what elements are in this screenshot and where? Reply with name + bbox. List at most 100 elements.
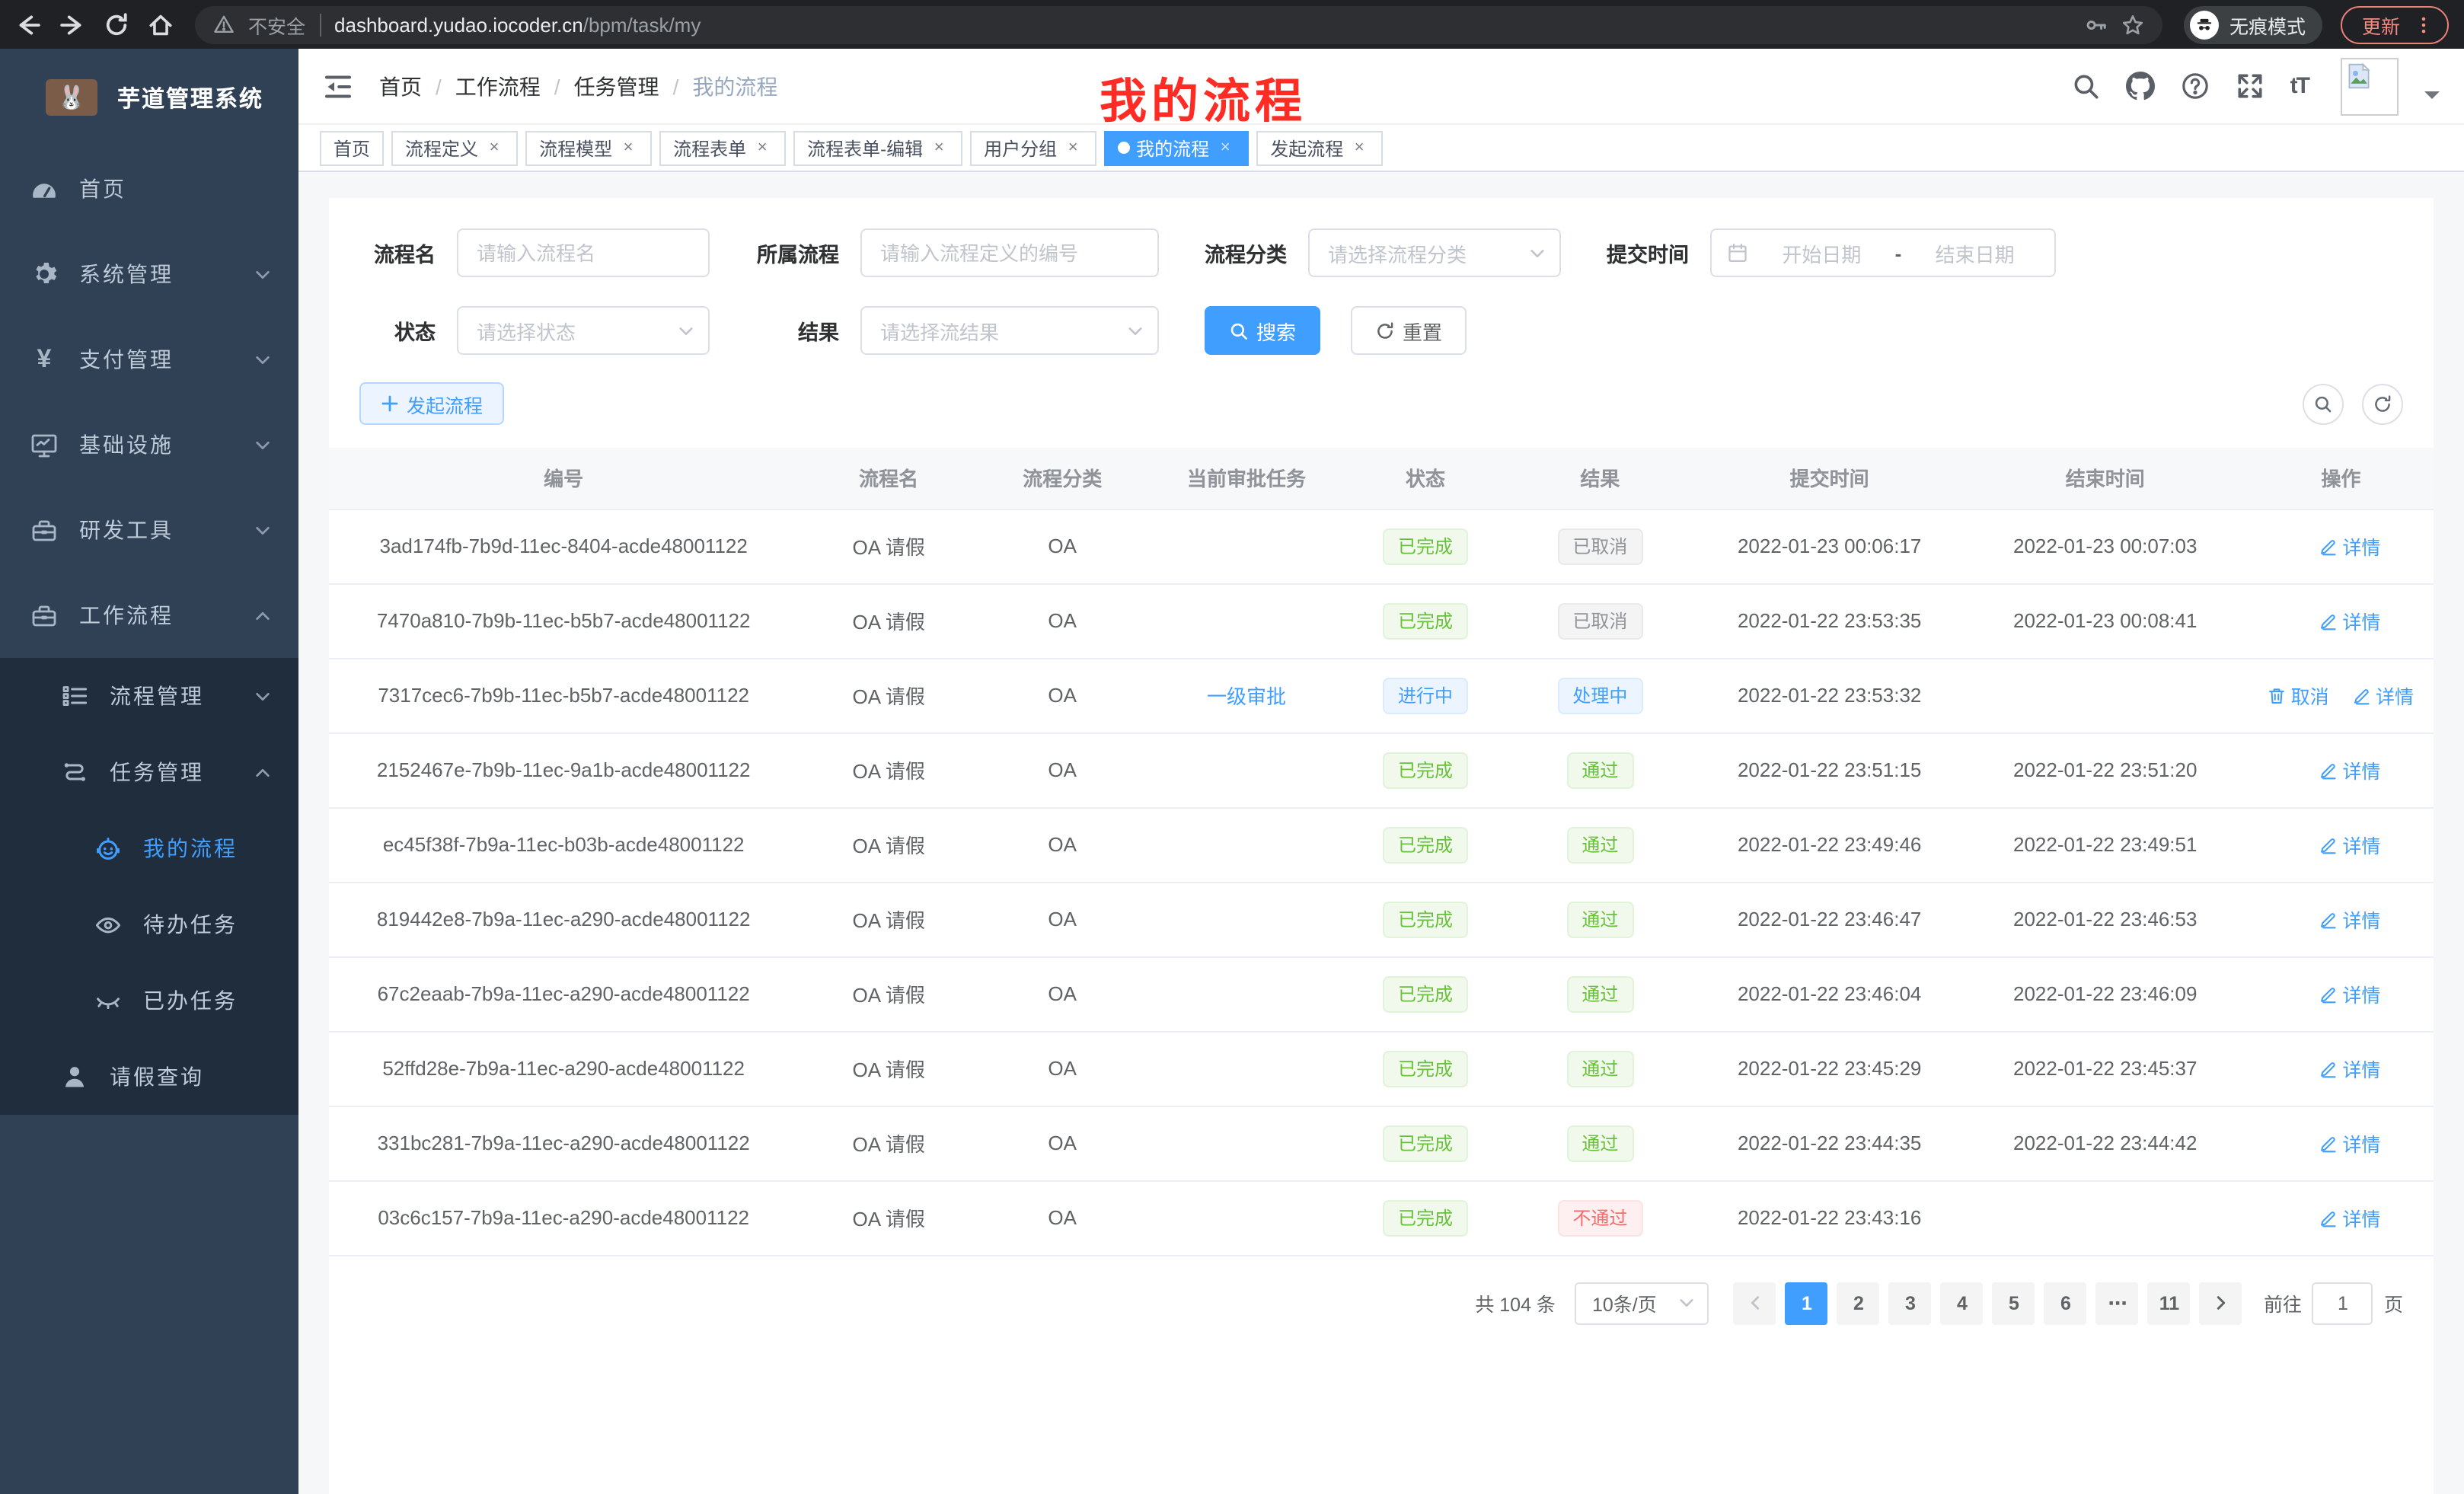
page-size-select[interactable]: 10条/页 [1575, 1282, 1709, 1325]
chevron-down-icon [1529, 244, 1546, 261]
sidebar-item-home[interactable]: 首页 [0, 146, 298, 231]
sidebar-collapse-icon[interactable] [323, 71, 353, 101]
current-task-link[interactable]: 一级审批 [1207, 685, 1286, 708]
tab-home[interactable]: 首页 [320, 130, 384, 165]
reset-button[interactable]: 重置 [1351, 306, 1467, 355]
close-icon[interactable]: × [1063, 139, 1083, 157]
date-range-picker[interactable]: 开始日期 - 结束日期 [1710, 228, 2056, 277]
cancel-link[interactable]: 取消 [2268, 681, 2329, 710]
browser-menu-icon[interactable] [2414, 14, 2434, 34]
search-icon[interactable] [2071, 72, 2100, 101]
sidebar-item-done-tasks[interactable]: 已办任务 [0, 962, 298, 1039]
github-icon[interactable] [2126, 72, 2155, 101]
user-menu-caret-icon[interactable] [2424, 91, 2440, 106]
sidebar-item-devtools[interactable]: 研发工具 [0, 487, 298, 573]
end-date[interactable]: 结束日期 [1910, 238, 2039, 267]
tab-process-form-edit[interactable]: 流程表单-编辑× [793, 130, 962, 165]
page-button[interactable]: 6 [2044, 1282, 2087, 1325]
page-button[interactable]: ⋯ [2096, 1282, 2139, 1324]
font-size-icon[interactable]: tT [2290, 73, 2309, 99]
toolbox-icon [30, 516, 58, 544]
sidebar-item-todo-tasks[interactable]: 待办任务 [0, 886, 298, 962]
address-bar[interactable]: 不安全 dashboard.yudao.iocoder.cn/bpm/task/… [195, 5, 2162, 43]
start-date[interactable]: 开始日期 [1757, 238, 1886, 267]
search-button[interactable]: 搜索 [1205, 306, 1320, 355]
close-icon[interactable]: × [1349, 139, 1369, 157]
detail-link[interactable]: 详情 [2353, 681, 2414, 710]
process-name-input[interactable] [457, 228, 710, 277]
back-icon[interactable] [15, 11, 41, 37]
sidebar-item-workflow[interactable]: 工作流程 [0, 573, 298, 658]
detail-link[interactable]: 详情 [2319, 1128, 2380, 1157]
sidebar-item-system[interactable]: 系统管理 [0, 231, 298, 317]
app-logo[interactable]: 🐰 芋道管理系统 [0, 49, 298, 146]
password-key-icon[interactable] [2085, 13, 2108, 36]
breadcrumb-task-mgmt[interactable]: 任务管理 [574, 71, 659, 101]
incognito-label: 无痕模式 [2229, 10, 2306, 39]
detail-link[interactable]: 详情 [2319, 1054, 2380, 1083]
start-process-button[interactable]: 发起流程 [359, 382, 504, 425]
sidebar-item-infra[interactable]: 基础设施 [0, 402, 298, 487]
page-button[interactable]: 4 [1941, 1282, 1984, 1325]
result-select[interactable]: 请选择流结果 [860, 306, 1159, 355]
page-button[interactable]: 2 [1837, 1282, 1880, 1325]
goto-page-input[interactable] [2312, 1282, 2373, 1325]
sidebar-item-process-mgmt[interactable]: 流程管理 [0, 658, 298, 734]
next-page-button[interactable] [2200, 1282, 2242, 1325]
detail-link[interactable]: 详情 [2319, 979, 2380, 1008]
refresh-table-button[interactable] [2362, 383, 2403, 424]
bookmark-star-icon[interactable] [2121, 13, 2144, 36]
edit-icon [2319, 761, 2338, 779]
browser-update-button[interactable]: 更新 [2341, 5, 2449, 43]
cell-id: 819442e8-7b9a-11ec-a290-acde48001122 [329, 882, 798, 956]
cell-name: OA 请假 [798, 807, 979, 882]
category-select[interactable]: 请选择流程分类 [1308, 228, 1561, 277]
breadcrumb-workflow[interactable]: 工作流程 [455, 71, 541, 101]
breadcrumb-home[interactable]: 首页 [379, 71, 422, 101]
forward-icon[interactable] [59, 11, 85, 37]
tab-user-group[interactable]: 用户分组× [970, 130, 1096, 165]
sidebar-item-leave-query[interactable]: 请假查询 [0, 1039, 298, 1115]
reload-icon[interactable] [104, 11, 129, 37]
close-icon[interactable]: × [1215, 139, 1235, 157]
column-header: 状态 [1348, 448, 1504, 509]
prev-page-button[interactable] [1734, 1282, 1776, 1325]
navbar-actions: tT [2071, 57, 2440, 115]
fullscreen-icon[interactable] [2236, 72, 2265, 101]
sidebar-item-my-process[interactable]: 我的流程 [0, 810, 298, 886]
close-icon[interactable]: × [752, 139, 772, 157]
sidebar: 🐰 芋道管理系统 首页 系统管理 ¥ 支付管理 基础设施 [0, 49, 298, 1494]
close-icon[interactable]: × [929, 139, 949, 157]
sidebar-item-payment[interactable]: ¥ 支付管理 [0, 317, 298, 402]
tab-process-definition[interactable]: 流程定义× [391, 130, 518, 165]
update-label[interactable]: 更新 [2362, 10, 2400, 39]
detail-link[interactable]: 详情 [2319, 755, 2380, 784]
sidebar-item-task-mgmt[interactable]: 任务管理 [0, 734, 298, 810]
tab-process-model[interactable]: 流程模型× [525, 130, 652, 165]
security-label[interactable]: 不安全 [248, 10, 305, 39]
tab-process-form[interactable]: 流程表单× [659, 130, 786, 165]
detail-link[interactable]: 详情 [2319, 830, 2380, 859]
tab-start-process[interactable]: 发起流程× [1256, 130, 1383, 165]
url-text[interactable]: dashboard.yudao.iocoder.cn/bpm/task/my [334, 13, 701, 36]
detail-link[interactable]: 详情 [2319, 905, 2380, 934]
detail-link[interactable]: 详情 [2319, 1203, 2380, 1232]
page-button[interactable]: 5 [1993, 1282, 2035, 1325]
detail-link[interactable]: 详情 [2319, 532, 2380, 560]
filter-form: 流程名 所属流程 流程分类 请选择流程分类 [329, 228, 2434, 379]
close-icon[interactable]: × [484, 139, 504, 157]
process-definition-input[interactable] [860, 228, 1159, 277]
page-button[interactable]: 3 [1889, 1282, 1932, 1325]
page-button[interactable]: 1 [1786, 1282, 1828, 1325]
avatar[interactable] [2341, 57, 2399, 115]
detail-link[interactable]: 详情 [2319, 606, 2380, 635]
page-button[interactable]: 11 [2148, 1282, 2191, 1325]
name-label: 流程名 [365, 238, 436, 268]
close-icon[interactable]: × [618, 139, 638, 157]
table-row: 3ad174fb-7b9d-11ec-8404-acde48001122 OA … [329, 509, 2434, 583]
help-icon[interactable] [2181, 72, 2210, 101]
home-icon[interactable] [148, 11, 174, 37]
status-select[interactable]: 请选择状态 [457, 306, 710, 355]
tab-my-process[interactable]: 我的流程× [1104, 130, 1249, 165]
show-search-button[interactable] [2303, 383, 2344, 424]
